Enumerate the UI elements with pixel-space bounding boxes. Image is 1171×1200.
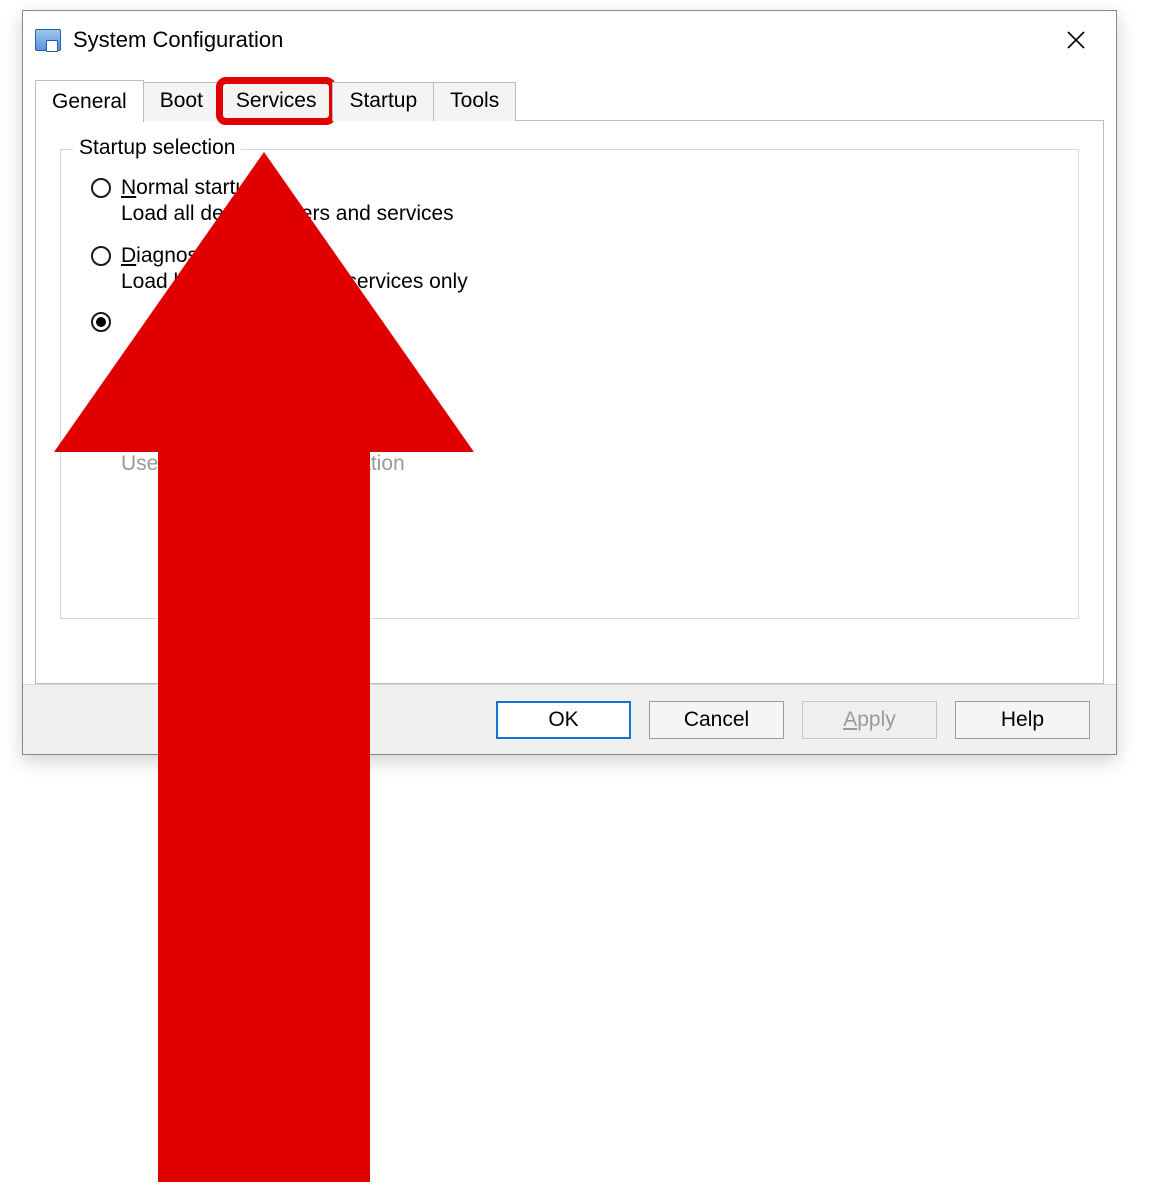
radio-label: Normal startup (121, 176, 259, 200)
button-label: Apply (843, 708, 896, 732)
help-button[interactable]: Help (955, 701, 1090, 739)
use-original-boot-config: Use original boot configuration (121, 452, 1054, 476)
button-label: OK (548, 708, 578, 732)
dialog-title: System Configuration (73, 27, 283, 53)
close-icon (1066, 30, 1086, 50)
tab-label: Tools (450, 89, 499, 112)
tabstrip: General Boot Services Startup Tools (35, 79, 1104, 121)
system-configuration-dialog: System Configuration General Boot Servic… (22, 10, 1117, 755)
radio-description: Load basic devices and services only (121, 270, 1054, 294)
cancel-button[interactable]: Cancel (649, 701, 784, 739)
radio-option-normal[interactable]: Normal startup Load all device drivers a… (91, 176, 1054, 226)
radio-option-selective[interactable] (91, 312, 1054, 332)
tab-startup[interactable]: Startup (332, 82, 434, 121)
radio-description: Load all device drivers and services (121, 202, 1054, 226)
tab-label: General (52, 90, 127, 113)
msconfig-icon (35, 29, 61, 51)
tab-content-general: Startup selection Normal startup Load al… (35, 120, 1104, 684)
button-bar: OK Cancel Apply Help (23, 684, 1116, 754)
radio-icon (91, 246, 111, 266)
button-label: Help (1001, 708, 1044, 732)
group-legend: Startup selection (73, 136, 241, 160)
apply-button: Apply (802, 701, 937, 739)
tab-services[interactable]: Services (219, 82, 334, 121)
ok-button[interactable]: OK (496, 701, 631, 739)
tab-tools[interactable]: Tools (433, 82, 516, 121)
button-label: Cancel (684, 708, 749, 732)
radio-icon (91, 178, 111, 198)
close-button[interactable] (1046, 20, 1106, 60)
tab-label: Boot (160, 89, 203, 112)
tab-label: Startup (349, 89, 417, 112)
titlebar: System Configuration (23, 11, 1116, 69)
tab-general[interactable]: General (35, 80, 144, 122)
tab-boot[interactable]: Boot (143, 82, 220, 121)
tab-label: Services (236, 89, 317, 112)
radio-option-diagnostic[interactable]: Diagnostic startup Load basic devices an… (91, 244, 1054, 294)
tabs-area: General Boot Services Startup Tools Star… (35, 79, 1104, 684)
radio-icon-checked (91, 312, 111, 332)
startup-selection-group: Startup selection Normal startup Load al… (60, 149, 1079, 619)
radio-label: Diagnostic startup (121, 244, 289, 268)
